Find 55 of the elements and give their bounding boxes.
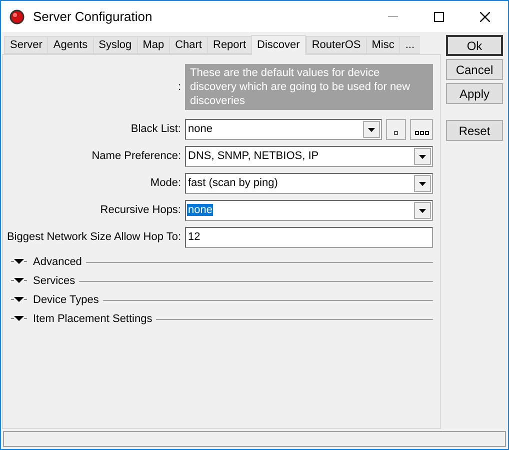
- tab[interactable]: ...: [399, 36, 420, 54]
- dialog-button[interactable]: Apply: [446, 83, 503, 104]
- input-field[interactable]: 12: [185, 227, 433, 248]
- tab[interactable]: RouterOS: [306, 36, 366, 54]
- tab[interactable]: Server: [4, 36, 48, 54]
- dropdown-button[interactable]: [414, 202, 431, 219]
- small-square-icon: [394, 131, 398, 135]
- collapse-arrow-icon[interactable]: [11, 259, 27, 265]
- dropdown-arrow-icon: [419, 182, 426, 186]
- field-value: none: [187, 123, 214, 136]
- section-header[interactable]: Item Placement Settings: [33, 310, 152, 328]
- window-title: Server Configuration: [33, 8, 152, 26]
- collapse-arrow-icon[interactable]: [11, 278, 27, 284]
- field-label: Name Preference:: [92, 149, 181, 164]
- collapse-arrow-icon[interactable]: [11, 297, 27, 303]
- dropdown-field[interactable]: fast (scan by ping): [185, 173, 433, 194]
- field-value: 12: [187, 230, 202, 246]
- dropdown-field[interactable]: none: [185, 200, 433, 221]
- field-label: Recursive Hops:: [100, 203, 181, 218]
- app-icon: [9, 8, 25, 24]
- dropdown-field[interactable]: none: [185, 119, 382, 140]
- tab[interactable]: Map: [136, 36, 170, 54]
- dialog-button[interactable]: Reset: [446, 120, 503, 141]
- dropdown-button[interactable]: [414, 175, 431, 192]
- browse-button[interactable]: [410, 119, 433, 140]
- remove-button[interactable]: [386, 119, 406, 140]
- field-label: Black List:: [130, 122, 181, 138]
- collapse-arrow-icon[interactable]: [11, 316, 27, 322]
- three-squares-icon: [414, 131, 428, 135]
- tab[interactable]: Report: [207, 36, 252, 54]
- field-label: Biggest Network Size Allow Hop To:: [6, 230, 181, 246]
- tab[interactable]: Chart: [169, 36, 207, 54]
- dropdown-arrow-icon: [419, 208, 426, 212]
- dropdown-button[interactable]: [363, 121, 380, 138]
- section-header[interactable]: Advanced: [33, 254, 82, 270]
- dropdown-arrow-icon: [419, 154, 426, 158]
- close-icon[interactable]: [480, 12, 490, 22]
- dialog-button[interactable]: Cancel: [446, 59, 503, 80]
- section-header[interactable]: Device Types: [33, 292, 99, 308]
- info-label: :: [178, 80, 181, 95]
- field-label: Mode:: [150, 176, 181, 192]
- info-box: These are the default values for device discovery which are going to be used for new discoveries: [185, 64, 433, 110]
- field-value: none: [187, 204, 214, 216]
- tab[interactable]: Agents: [47, 36, 93, 54]
- section-header[interactable]: Services: [33, 272, 76, 290]
- field-value: fast (scan by ping): [187, 177, 279, 190]
- field-value: DNS, SNMP, NETBIOS, IP: [187, 150, 320, 162]
- maximize-icon[interactable]: [434, 12, 444, 22]
- tab[interactable]: Syslog: [92, 36, 137, 54]
- tab[interactable]: Discover: [251, 35, 306, 55]
- tab[interactable]: Misc: [366, 36, 400, 54]
- dropdown-arrow-icon: [368, 128, 375, 132]
- dropdown-field[interactable]: DNS, SNMP, NETBIOS, IP: [185, 146, 433, 167]
- dialog-button[interactable]: Ok: [446, 35, 503, 56]
- dropdown-button[interactable]: [414, 148, 431, 165]
